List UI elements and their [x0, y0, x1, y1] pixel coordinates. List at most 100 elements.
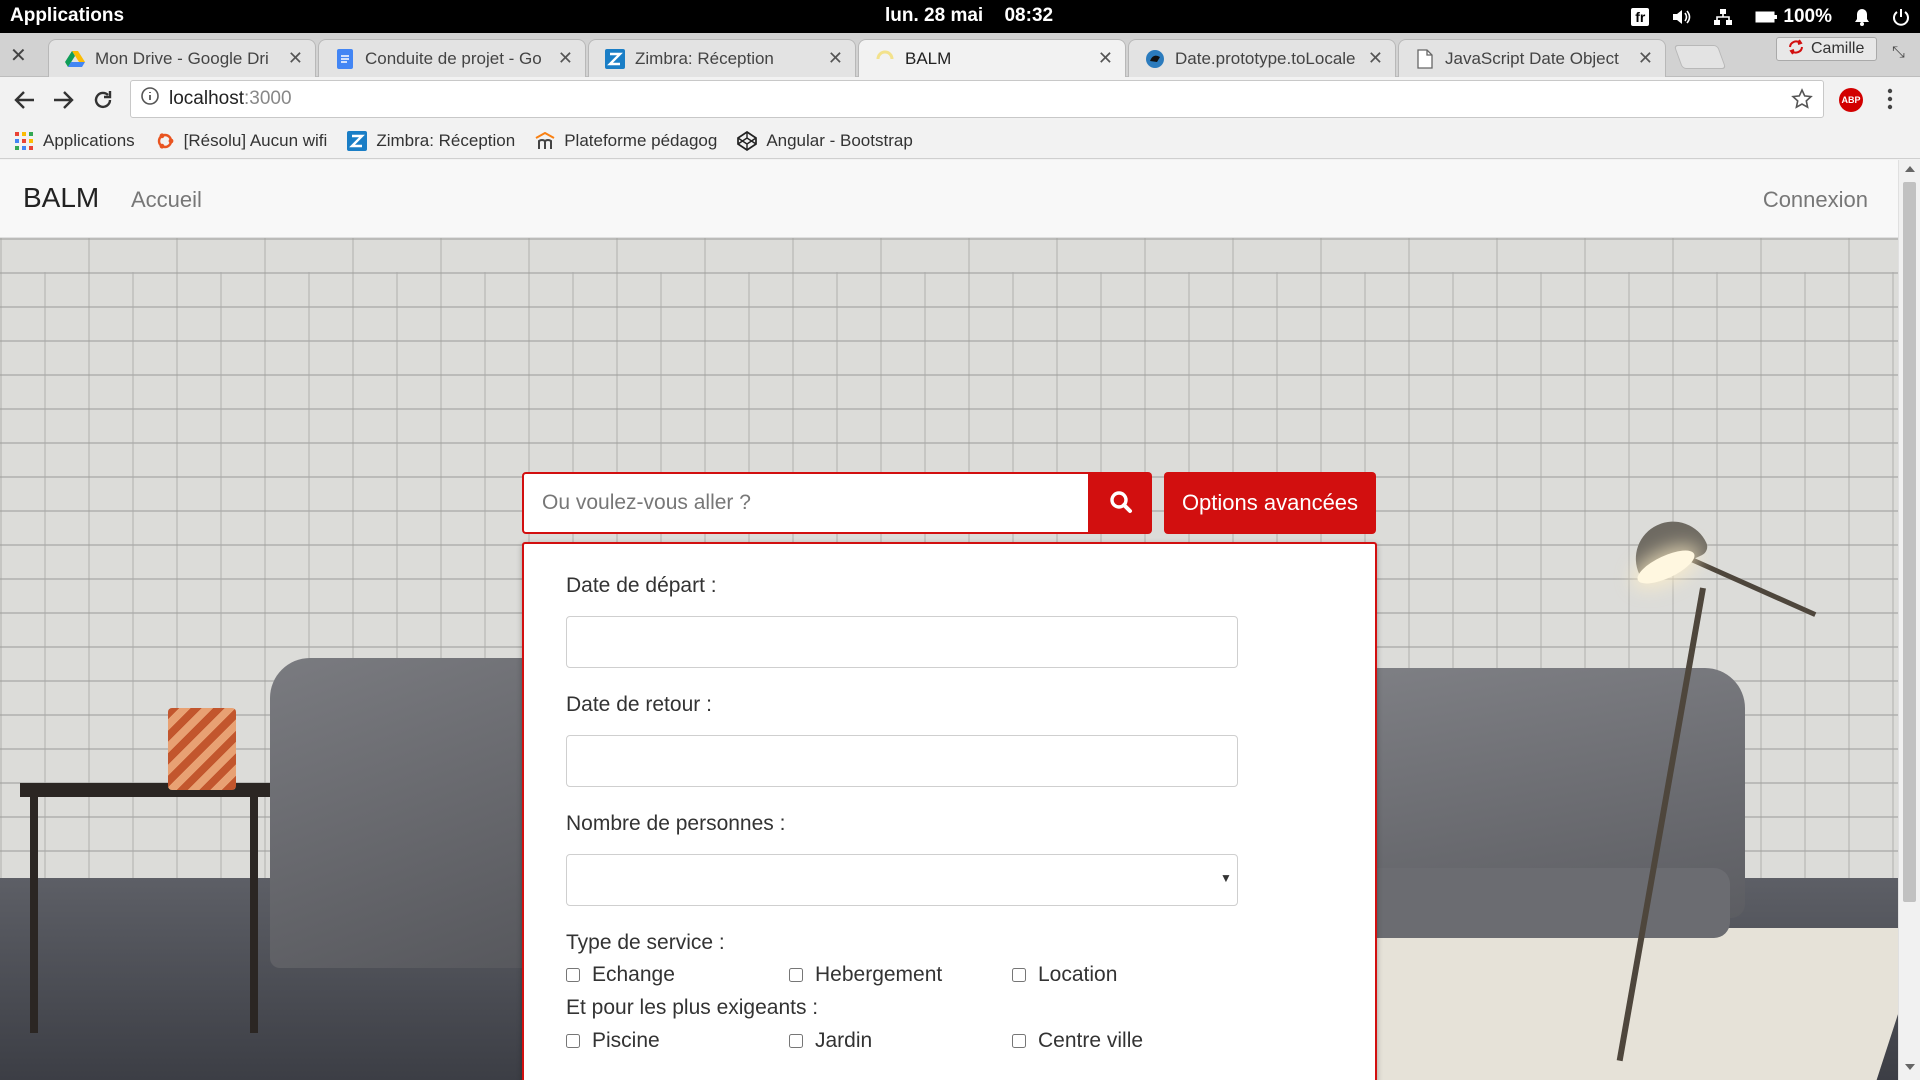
bookmark-applications[interactable]: Applications — [14, 131, 135, 151]
scroll-down-arrow-icon[interactable] — [1905, 1064, 1915, 1070]
checkbox-piscine[interactable]: Piscine — [566, 1029, 660, 1053]
checkbox-hebergement[interactable]: Hebergement — [789, 963, 942, 987]
tab-close-icon[interactable]: ✕ — [288, 48, 303, 69]
os-clock[interactable]: lun. 28 mai 08:32 — [885, 5, 1053, 27]
people-count-select[interactable] — [566, 854, 1238, 906]
adblock-plus-icon[interactable]: ABP — [1839, 88, 1863, 112]
advanced-options-button[interactable]: Options avancées — [1164, 472, 1376, 534]
profile-button[interactable]: Camille — [1776, 37, 1878, 61]
zimbra-icon — [347, 130, 368, 151]
tab-date-tolocale[interactable]: Date.prototype.toLocale ✕ — [1128, 39, 1396, 77]
os-applications-menu[interactable]: Applications — [10, 5, 124, 27]
checkbox-jardin-input[interactable] — [789, 1034, 803, 1048]
vase — [168, 708, 236, 790]
sync-error-icon — [1787, 38, 1805, 60]
tab-title: Date.prototype.toLocale — [1175, 48, 1356, 68]
browser-toolbar: localhost:3000 ABP — [0, 77, 1920, 123]
os-time: 08:32 — [1004, 5, 1054, 26]
nav-link-accueil[interactable]: Accueil — [131, 187, 202, 213]
tab-balm[interactable]: BALM ✕ — [858, 39, 1126, 77]
tab-title: Zimbra: Réception — [635, 48, 774, 68]
keyboard-language-indicator[interactable]: fr — [1631, 8, 1650, 26]
tab-conduite-projet[interactable]: Conduite de projet - Go ✕ — [318, 39, 586, 77]
volume-icon[interactable] — [1671, 8, 1691, 26]
site-brand[interactable]: BALM — [23, 182, 99, 214]
address-bar[interactable]: localhost:3000 — [130, 80, 1824, 118]
battery-icon — [1755, 11, 1778, 23]
tab-title: Mon Drive - Google Dri — [95, 48, 269, 68]
close-window-icon[interactable]: ✕ — [10, 43, 27, 68]
return-date-input[interactable] — [566, 735, 1238, 787]
bookmark-angular-bootstrap[interactable]: Angular - Bootstrap — [737, 130, 913, 151]
bookmarks-bar: Applications [Résolu] Aucun wifi Zimbra:… — [0, 123, 1920, 159]
bookmark-star-icon[interactable] — [1791, 88, 1813, 116]
tab-javascript-date[interactable]: JavaScript Date Object ✕ — [1398, 39, 1666, 77]
bookmark-label: Zimbra: Réception — [376, 130, 516, 150]
loading-icon — [875, 49, 895, 69]
checkbox-label: Jardin — [815, 1029, 873, 1052]
new-tab-button[interactable] — [1673, 45, 1727, 69]
search-button[interactable] — [1090, 472, 1152, 534]
checkbox-echange-input[interactable] — [566, 968, 580, 982]
checkbox-piscine-input[interactable] — [566, 1034, 580, 1048]
web-page: BALM Accueil Connexion Options avancées … — [0, 160, 1898, 1080]
tab-close-icon[interactable]: ✕ — [1368, 48, 1383, 69]
profile-name: Camille — [1811, 40, 1865, 57]
bookmark-label: Plateforme pédagog — [564, 130, 718, 150]
hero-background: Options avancées Date de départ : Date d… — [0, 238, 1898, 1080]
departure-date-input[interactable] — [566, 616, 1238, 668]
moodle-icon — [535, 131, 555, 151]
checkbox-jardin[interactable]: Jardin — [789, 1029, 872, 1053]
tab-close-icon[interactable]: ✕ — [1638, 48, 1653, 69]
tab-close-icon[interactable]: ✕ — [1098, 48, 1113, 69]
tab-google-drive[interactable]: Mon Drive - Google Dri ✕ — [48, 39, 316, 77]
page-icon — [1415, 48, 1435, 69]
google-docs-icon — [335, 48, 355, 69]
scrollbar-thumb[interactable] — [1903, 182, 1916, 902]
scroll-up-arrow-icon[interactable] — [1905, 166, 1915, 172]
tab-close-icon[interactable]: ✕ — [558, 48, 573, 69]
destination-search-input[interactable] — [522, 472, 1090, 534]
forward-arrow-icon[interactable] — [48, 85, 78, 115]
login-link[interactable]: Connexion — [1763, 187, 1868, 213]
power-icon[interactable] — [1892, 8, 1910, 26]
checkbox-label: Hebergement — [815, 963, 943, 986]
site-info-icon[interactable] — [141, 87, 159, 111]
extras-label: Et pour les plus exigeants : — [566, 996, 819, 1019]
notification-bell-icon[interactable] — [1854, 8, 1870, 26]
checkbox-label: Centre ville — [1038, 1029, 1144, 1052]
checkbox-label: Piscine — [592, 1029, 660, 1052]
ubuntu-icon — [155, 131, 175, 151]
back-arrow-icon[interactable] — [10, 85, 40, 115]
tab-title: JavaScript Date Object — [1445, 48, 1619, 68]
network-icon[interactable] — [1713, 8, 1733, 26]
checkbox-location-input[interactable] — [1012, 968, 1026, 982]
bookmark-label: Applications — [43, 130, 135, 150]
checkbox-centre-ville-input[interactable] — [1012, 1034, 1026, 1048]
checkbox-echange[interactable]: Echange — [566, 963, 675, 987]
page-scrollbar[interactable] — [1898, 160, 1920, 1080]
checkbox-centre-ville[interactable]: Centre ville — [1012, 1029, 1143, 1053]
return-date-label: Date de retour : — [566, 693, 712, 716]
battery-indicator[interactable]: 100% — [1755, 6, 1832, 28]
mdn-icon — [1145, 49, 1165, 69]
side-table-leg — [250, 793, 258, 1033]
tab-title: Conduite de projet - Go — [365, 48, 542, 68]
tab-close-icon[interactable]: ✕ — [828, 48, 843, 69]
reload-icon[interactable] — [88, 85, 118, 115]
battery-level: 100% — [1783, 6, 1832, 27]
os-top-bar: Applications lun. 28 mai 08:32 fr 100% — [0, 0, 1920, 33]
bookmark-zimbra[interactable]: Zimbra: Réception — [347, 130, 516, 151]
checkbox-location[interactable]: Location — [1012, 963, 1117, 987]
browser-menu-icon[interactable] — [1887, 87, 1893, 116]
apps-grid-icon — [14, 131, 34, 151]
google-drive-icon — [65, 49, 85, 69]
restore-window-icon[interactable]: ⤡ — [1892, 44, 1905, 62]
bookmark-resolu-wifi[interactable]: [Résolu] Aucun wifi — [155, 131, 327, 151]
tab-zimbra[interactable]: Zimbra: Réception ✕ — [588, 39, 856, 77]
os-date: lun. 28 mai — [885, 5, 984, 26]
departure-date-label: Date de départ : — [566, 574, 717, 597]
checkbox-hebergement-input[interactable] — [789, 968, 803, 982]
browser-tab-strip: ✕ Mon Drive - Google Dri ✕ Conduite de p… — [0, 33, 1920, 77]
bookmark-plateforme-pedagogique[interactable]: Plateforme pédagog — [535, 131, 717, 151]
